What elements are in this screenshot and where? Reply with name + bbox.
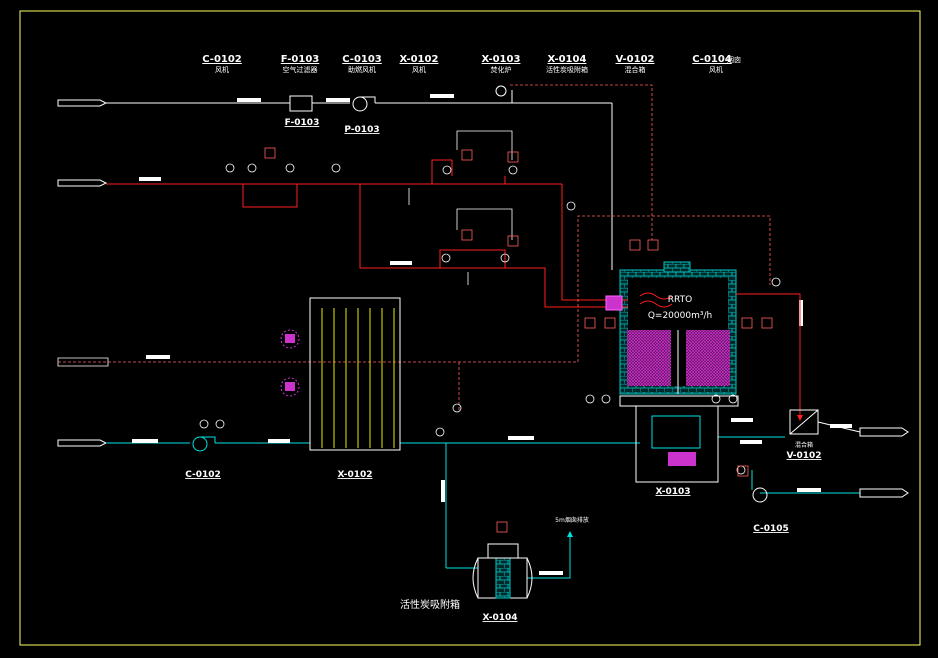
combustion-fan xyxy=(352,96,368,112)
mixing-box xyxy=(789,409,909,437)
process-flow-diagram: C-0102 风机 F-0103 空气过滤器 C-0103 助燃风机 X-010… xyxy=(19,10,921,646)
equipment-tag: P-0103 xyxy=(344,125,379,135)
header-name: 空气过滤器 xyxy=(283,65,318,74)
equipment-name: 活性炭吸附箱 xyxy=(400,598,460,611)
equipment-tag: X-0104 xyxy=(483,613,518,623)
rrto-capacity: Q=20000m³/h xyxy=(648,311,712,321)
equipment-name: 混合箱 xyxy=(795,441,813,449)
line-label xyxy=(441,480,445,502)
switching-valve xyxy=(651,415,701,449)
equipment-tag: X-0102 xyxy=(338,470,373,480)
header-tag: C-0102 xyxy=(202,54,242,65)
equipment-tag: F-0103 xyxy=(285,118,320,128)
equipment-tag: X-0103 xyxy=(656,487,691,497)
header-name: 助燃风机 xyxy=(348,65,376,74)
line-label xyxy=(146,355,170,359)
line-label xyxy=(508,436,534,440)
waste-gas-fan xyxy=(192,436,208,452)
rrto-furnace xyxy=(605,261,803,483)
branch-white xyxy=(408,130,513,285)
heat-exchanger xyxy=(280,297,401,451)
fan-c0105 xyxy=(752,487,909,503)
exhaust-note: 5m烟囱排放 xyxy=(555,516,589,524)
header-tag: C-0104 xyxy=(692,54,732,65)
header-name: 混合箱 xyxy=(625,65,646,74)
fuel-gas-line xyxy=(57,159,612,308)
header-tag: V-0102 xyxy=(616,54,655,65)
header-tag: X-0102 xyxy=(400,54,439,65)
regenerator-bed xyxy=(627,330,671,386)
header-name: 风机 xyxy=(215,65,229,74)
header-name: 风机 xyxy=(412,65,426,74)
line-label xyxy=(139,177,161,181)
equipment-tag: C-0102 xyxy=(185,470,221,480)
header-tag: X-0104 xyxy=(548,54,587,65)
header-name: 活性炭吸附箱 xyxy=(546,65,588,74)
drawing-frame xyxy=(19,10,921,646)
header-name: 焚化炉 xyxy=(491,65,512,74)
rrto-name: RRTO xyxy=(668,295,692,305)
header-tag: F-0103 xyxy=(281,54,320,65)
line-label xyxy=(539,571,563,575)
line-label xyxy=(390,261,412,265)
line-label xyxy=(430,94,454,98)
header-tag-suffix: 烟囱 xyxy=(727,55,741,64)
air-filter xyxy=(289,95,313,112)
line-label xyxy=(326,98,350,102)
equipment-tag: C-0105 xyxy=(753,524,789,534)
header-row: C-0102 风机 F-0103 空气过滤器 C-0103 助燃风机 X-010… xyxy=(202,54,741,74)
line-label xyxy=(740,440,762,444)
regenerator-bed xyxy=(686,330,730,386)
line-label xyxy=(268,439,290,443)
carbon-adsorber xyxy=(472,543,533,599)
header-tag: X-0103 xyxy=(482,54,521,65)
equipment-tag: V-0102 xyxy=(786,451,821,461)
line-label xyxy=(132,439,158,443)
header-name: 风机 xyxy=(709,65,723,74)
line-label xyxy=(731,418,753,422)
line-label xyxy=(237,98,261,102)
line-label xyxy=(797,488,821,492)
waste-gas-line xyxy=(57,436,860,579)
header-tag: C-0103 xyxy=(342,54,382,65)
